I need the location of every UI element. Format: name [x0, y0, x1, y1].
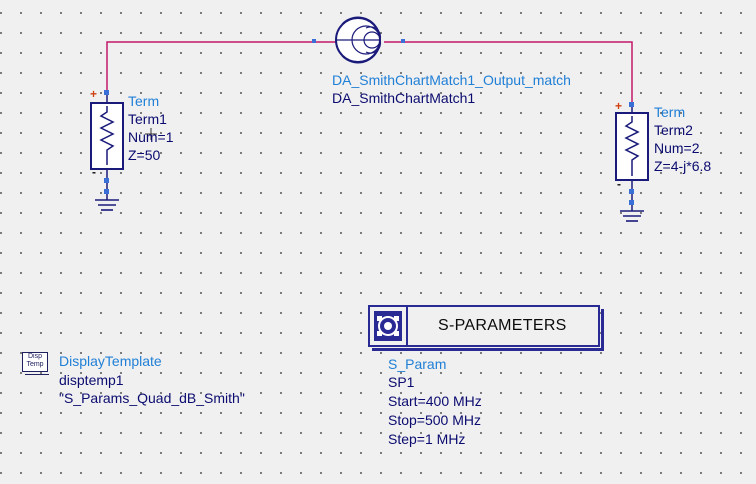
term1-plus-sign: +	[90, 87, 98, 101]
term1-symbol[interactable]	[90, 90, 124, 211]
pin-1-icon	[312, 39, 316, 43]
s-param-start: Start=400 MHz	[388, 393, 482, 409]
term1-minus-sign: -	[92, 165, 96, 179]
term2-instance-name: Term2	[654, 122, 693, 138]
display-template-instance-name: disptemp1	[59, 372, 124, 388]
term2-z-param: Z=4-j*6.8	[654, 158, 712, 174]
term2-plus-sign: +	[615, 99, 623, 113]
s-parameters-icon	[374, 311, 402, 341]
s-param-stop: Stop=500 MHz	[388, 412, 481, 428]
wire-term1-to-match	[106, 41, 336, 91]
term1-instance-name: Term1	[128, 111, 167, 127]
s-parameters-block[interactable]: S-PARAMETERS	[368, 305, 604, 351]
display-template-type-label: DisplayTemplate	[59, 353, 162, 369]
term1-type-label: Term	[128, 93, 160, 109]
smith-match-type-label: DA_SmithChartMatch1_Output_match	[332, 72, 571, 88]
display-template-icon[interactable]: Disp Temp	[22, 352, 49, 375]
term2-symbol[interactable]	[615, 102, 649, 222]
s-param-step: Step=1 MHz	[388, 431, 466, 447]
s-param-type-label: S_Param	[388, 356, 447, 372]
smith-match-instance-name: DA_SmithChartMatch1	[332, 90, 476, 106]
term2-num-param: Num=2	[654, 140, 700, 156]
display-template-name: "S_Params_Quad_dB_Smith"	[59, 390, 245, 406]
s-parameters-title: S-PARAMETERS	[438, 317, 567, 334]
term1-num-param: Num=1	[128, 129, 174, 145]
term1-ground-icon	[95, 199, 119, 211]
term1-pin-icon	[104, 90, 109, 95]
term2-type-label: Term	[654, 104, 686, 120]
pin-2-icon	[401, 39, 405, 43]
term2-pin-icon	[629, 102, 634, 107]
term2-minus-sign: -	[617, 177, 621, 191]
term2-ground-icon	[620, 210, 644, 222]
smith-chart-match-symbol[interactable]	[312, 16, 405, 64]
term1-z-param: Z=50	[128, 147, 161, 163]
s-param-instance-name: SP1	[388, 374, 415, 390]
